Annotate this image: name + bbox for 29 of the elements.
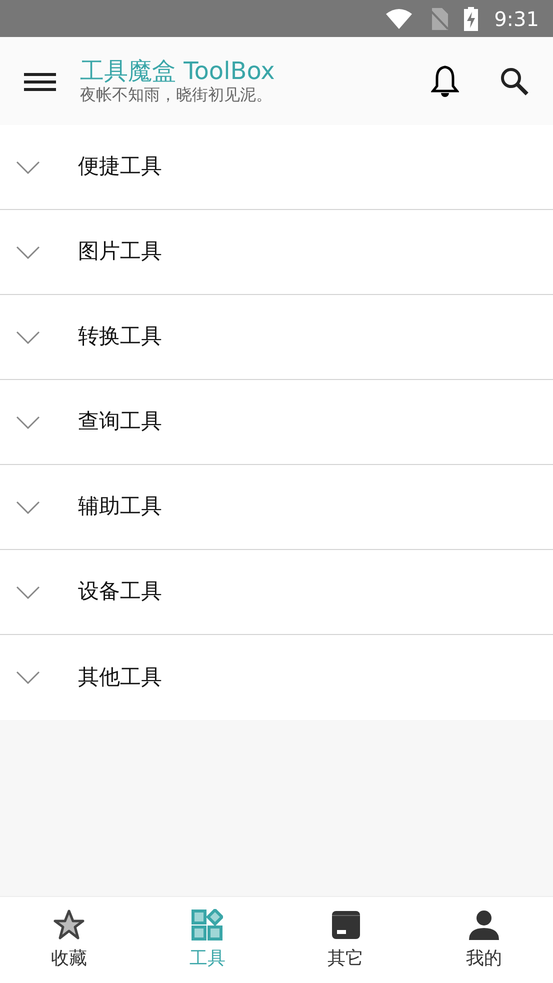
category-row[interactable]: 转换工具 bbox=[0, 295, 553, 380]
battery-charging-icon bbox=[464, 6, 478, 30]
category-row[interactable]: 便捷工具 bbox=[0, 125, 553, 210]
nav-tab[interactable]: 其它 bbox=[276, 897, 415, 983]
app-subtitle: 夜帐不知雨，晓街初见泥。 bbox=[80, 84, 273, 104]
app-title: 工具魔盒 ToolBox bbox=[80, 58, 276, 85]
category-label: 图片工具 bbox=[78, 238, 162, 266]
category-label: 辅助工具 bbox=[78, 493, 162, 520]
category-row[interactable]: 图片工具 bbox=[0, 210, 553, 295]
category-label: 转换工具 bbox=[78, 323, 162, 350]
category-label: 便捷工具 bbox=[78, 153, 162, 180]
menu-icon bbox=[24, 72, 56, 92]
category-row[interactable]: 辅助工具 bbox=[0, 465, 553, 550]
category-row[interactable]: 查询工具 bbox=[0, 380, 553, 465]
category-label: 设备工具 bbox=[78, 578, 162, 606]
nav-tab[interactable]: 收藏 bbox=[0, 897, 138, 983]
grid-icon bbox=[191, 908, 224, 940]
search-icon bbox=[499, 66, 529, 96]
box-icon bbox=[330, 908, 362, 940]
wifi-icon bbox=[386, 8, 412, 28]
category-label: 查询工具 bbox=[78, 408, 162, 436]
star-icon bbox=[53, 908, 86, 940]
category-row[interactable]: 设备工具 bbox=[0, 550, 553, 635]
category-label: 其他工具 bbox=[78, 664, 162, 691]
bell-icon bbox=[431, 65, 459, 97]
category-row[interactable]: 其他工具 bbox=[0, 635, 553, 720]
nav-tab[interactable]: 我的 bbox=[414, 897, 553, 983]
clock-time: 9:31 bbox=[494, 6, 539, 32]
person-icon bbox=[468, 908, 500, 940]
